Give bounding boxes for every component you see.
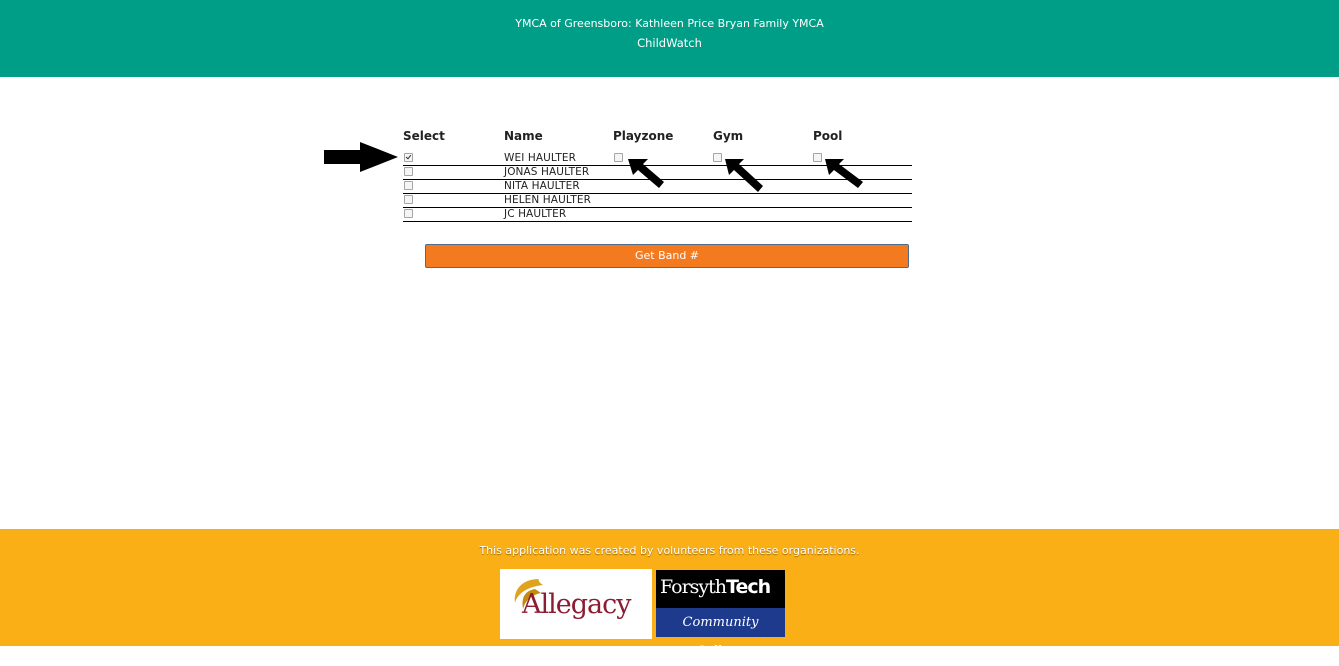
column-header-select: Select	[403, 129, 445, 143]
select-checkbox[interactable]	[404, 181, 413, 190]
column-header-name: Name	[504, 129, 543, 143]
organization-title: YMCA of Greensboro: Kathleen Price Bryan…	[515, 17, 824, 30]
allegacy-logo: Allegacy	[500, 569, 652, 639]
forsyth-logo-text: Forsyth	[660, 576, 727, 598]
arrow-pointing-playzone-icon	[628, 159, 664, 188]
app-title: ChildWatch	[637, 36, 702, 50]
footer: This application was created by voluntee…	[0, 529, 1339, 659]
child-name: JONAS HAULTER	[504, 166, 590, 178]
tech-logo-text: Tech	[726, 576, 771, 598]
header: YMCA of Greensboro: Kathleen Price Bryan…	[0, 0, 1339, 77]
table-row: JC HAULTER	[403, 207, 912, 222]
select-checkbox[interactable]	[404, 195, 413, 204]
select-checkbox[interactable]	[404, 153, 413, 162]
select-checkbox[interactable]	[404, 167, 413, 176]
table-row: HELEN HAULTER	[403, 193, 912, 208]
forsyth-tech-logo: ForsythTech Community College	[656, 570, 785, 659]
child-name: WEI HAULTER	[504, 152, 577, 164]
child-name: NITA HAULTER	[504, 180, 580, 192]
gym-checkbox[interactable]	[713, 153, 722, 162]
right-arrow-icon	[324, 142, 398, 172]
column-header-playzone: Playzone	[613, 129, 674, 143]
column-header-gym: Gym	[713, 129, 744, 143]
allegacy-logo-text: Allegacy	[522, 589, 632, 620]
child-name: JC HAULTER	[504, 208, 567, 220]
community-college-logo-text: Community College	[682, 615, 759, 659]
select-checkbox[interactable]	[404, 209, 413, 218]
child-name: HELEN HAULTER	[504, 194, 592, 206]
playzone-checkbox[interactable]	[614, 153, 623, 162]
column-header-pool: Pool	[813, 129, 843, 143]
pool-checkbox[interactable]	[813, 153, 822, 162]
arrow-pointing-pool-icon	[825, 159, 863, 188]
arrow-pointing-gym-icon	[725, 159, 763, 192]
get-band-button[interactable]: Get Band #	[425, 244, 909, 268]
footer-message: This application was created by voluntee…	[479, 544, 860, 557]
